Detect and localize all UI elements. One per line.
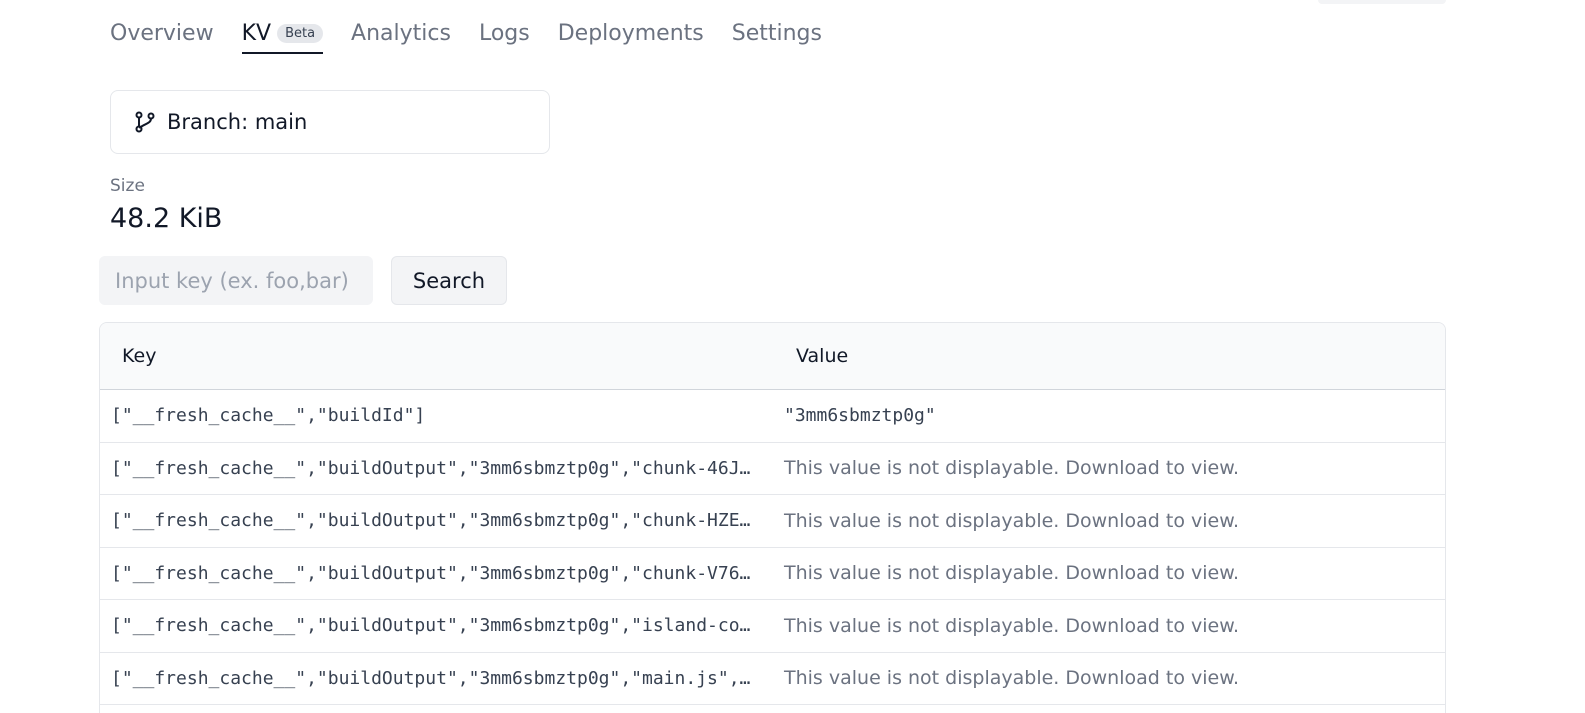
row-key: ["__fresh_cache__","buildId"] [111, 405, 426, 427]
top-edge-element [1318, 0, 1446, 4]
table-row[interactable]: ["__fresh_cache__","buildOutput","3mm6sb… [100, 548, 1445, 600]
kv-table: Key Value ["__fresh_cache__","buildId"] … [99, 322, 1446, 713]
table-row[interactable]: ["__fresh_cache__","buildOutput","3mm6sb… [100, 653, 1445, 705]
table-row[interactable]: ["__fresh_cache__","buildId"] "3mm6sbmzt… [100, 390, 1445, 443]
beta-badge: Beta [277, 23, 324, 43]
tab-label: KV [241, 20, 272, 46]
row-value: This value is not displayable. Download … [784, 667, 1240, 690]
tab-logs[interactable]: Logs [479, 16, 530, 50]
project-tabs: Overview KV Beta Analytics Logs Deployme… [110, 16, 822, 56]
tab-overview[interactable]: Overview [110, 16, 214, 50]
row-key: ["__fresh_cache__","buildOutput","3mm6sb… [111, 562, 762, 584]
tab-deployments[interactable]: Deployments [558, 16, 704, 50]
row-value: This value is not displayable. Download … [784, 562, 1240, 585]
tab-label: Deployments [557, 20, 704, 46]
table-header: Key Value [100, 323, 1445, 390]
git-branch-icon [133, 109, 157, 135]
row-key: ["__fresh_cache__","buildOutput","3mm6sb… [111, 615, 762, 637]
size-label: Size [110, 176, 145, 196]
branch-label: Branch: main [167, 110, 308, 134]
table-row[interactable]: ["__fresh_cache__","buildOutput","3mm6sb… [100, 495, 1445, 548]
tab-label: Overview [110, 20, 214, 46]
size-value: 48.2 KiB [110, 203, 223, 234]
row-value: This value is not displayable. Download … [784, 614, 1240, 637]
search-button[interactable]: Search [391, 256, 507, 305]
tab-kv[interactable]: KV Beta [241, 16, 324, 54]
row-key: ["__fresh_cache__","buildOutput","3mm6sb… [111, 457, 762, 479]
table-row[interactable]: ["__fresh_cache__","buildOutput","3mm6sb… [100, 443, 1445, 495]
row-value: "3mm6sbmztp0g" [784, 405, 936, 427]
tab-label: Logs [478, 20, 530, 46]
tab-analytics[interactable]: Analytics [351, 16, 451, 50]
kv-page: Overview KV Beta Analytics Logs Deployme… [0, 0, 1585, 713]
row-key: ["__fresh_cache__","buildOutput","3mm6sb… [111, 667, 762, 689]
table-row[interactable]: ["__fresh_cache__","buildOutput","3mm6sb… [100, 600, 1445, 653]
row-value: This value is not displayable. Download … [784, 457, 1240, 480]
row-value: This value is not displayable. Download … [784, 509, 1240, 532]
tab-settings[interactable]: Settings [732, 16, 822, 50]
row-key: ["__fresh_cache__","buildOutput","3mm6sb… [111, 510, 762, 532]
tab-label: Analytics [351, 20, 451, 46]
branch-selector[interactable]: Branch: main [110, 90, 550, 154]
column-header-value: Value [796, 345, 849, 367]
tab-label: Settings [731, 20, 822, 46]
column-header-key: Key [122, 345, 157, 367]
key-search-input[interactable] [99, 256, 373, 305]
